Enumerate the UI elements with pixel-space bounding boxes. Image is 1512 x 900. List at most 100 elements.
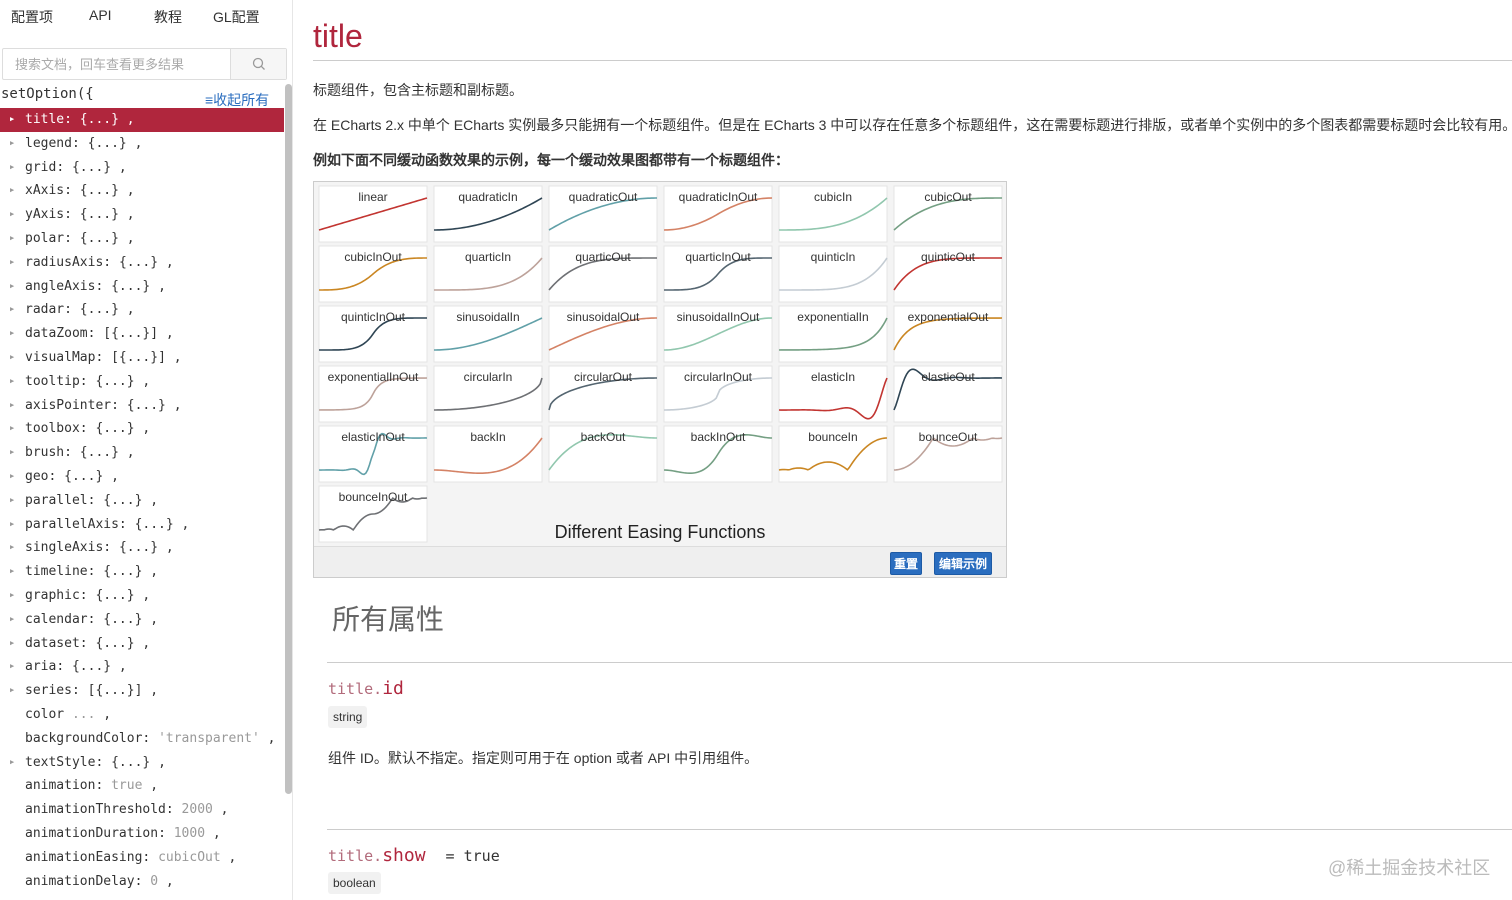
expand-arrow-icon[interactable]: ▶ xyxy=(10,465,14,489)
reset-button[interactable]: 重置 xyxy=(890,552,922,575)
expand-arrow-icon[interactable]: ▶ xyxy=(10,394,14,418)
expand-arrow-icon[interactable]: ▶ xyxy=(10,179,14,203)
tree-item-animationDelay[interactable]: animationDelay: 0 , xyxy=(0,870,284,894)
nav-options[interactable]: 配置项 xyxy=(11,7,53,27)
tree-item-animation[interactable]: animation: true , xyxy=(0,774,284,798)
easing-cell-bounceOut: bounceOut xyxy=(893,425,1003,483)
easing-cell-backInOut: backInOut xyxy=(663,425,773,483)
tree-item-value: {...} xyxy=(111,754,151,770)
expand-arrow-icon[interactable]: ▶ xyxy=(10,275,14,299)
tree-item-series[interactable]: ▶ series: [{...}] , xyxy=(0,679,284,703)
tree-item-value: {...} xyxy=(103,492,143,508)
tree-item-key: animationEasing xyxy=(25,849,143,865)
expand-arrow-icon[interactable]: ▶ xyxy=(10,417,14,441)
tree-item-animationThreshold[interactable]: animationThreshold: 2000 , xyxy=(0,798,284,822)
expand-arrow-icon[interactable]: ▶ xyxy=(10,227,14,251)
expand-arrow-icon[interactable]: ▶ xyxy=(10,632,14,656)
tree-item-key: parallel xyxy=(25,492,88,508)
description-text: 例如下面不同缓动函数效果的示例，每一个缓动效果图都带有一个标题组件： xyxy=(313,152,789,168)
top-nav: 配置项 API 教程 GL配置 xyxy=(0,0,293,34)
tree-item-value: {...} xyxy=(126,397,166,413)
expand-arrow-icon[interactable]: ▶ xyxy=(10,489,14,513)
tree-item-backgroundColor[interactable]: backgroundColor: 'transparent' , xyxy=(0,727,284,751)
nav-gl-options[interactable]: GL配置 xyxy=(213,7,260,27)
tree-item-animationDuration[interactable]: animationDuration: 1000 , xyxy=(0,822,284,846)
tree-item-value: {...} xyxy=(95,587,135,603)
tree-item-textStyle[interactable]: ▶ textStyle: {...} , xyxy=(0,751,284,775)
expand-arrow-icon[interactable]: ▶ xyxy=(10,441,14,465)
property-title-id[interactable]: title.id xyxy=(328,678,404,699)
tree-item-xAxis[interactable]: ▶ xAxis: {...} , xyxy=(0,179,284,203)
tree-item-toolbox[interactable]: ▶ toolbox: {...} , xyxy=(0,417,284,441)
tree-item-key: brush xyxy=(25,445,65,461)
chart-caption: Different Easing Functions xyxy=(555,522,766,542)
tree-item-timeline[interactable]: ▶ timeline: {...} , xyxy=(0,560,284,584)
tree-item-title[interactable]: ▶ title: {...} , xyxy=(0,108,284,132)
search-input[interactable] xyxy=(3,49,231,79)
easing-cell-quinticIn: quinticIn xyxy=(778,245,888,303)
expand-arrow-icon[interactable]: ▶ xyxy=(10,608,14,632)
property-title-show[interactable]: title.show = true xyxy=(328,845,500,866)
tree-item-dataset[interactable]: ▶ dataset: {...} , xyxy=(0,632,284,656)
expand-arrow-icon[interactable]: ▶ xyxy=(10,298,14,322)
tree-item-key: graphic xyxy=(25,587,80,603)
tree-item-brush[interactable]: ▶ brush: {...} , xyxy=(0,441,284,465)
tree-item-animationEasing[interactable]: animationEasing: cubicOut , xyxy=(0,846,284,870)
easing-cell-quadraticOut: quadraticOut xyxy=(548,185,658,243)
tree-item-singleAxis[interactable]: ▶ singleAxis: {...} , xyxy=(0,536,284,560)
tree-item-angleAxis[interactable]: ▶ angleAxis: {...} , xyxy=(0,275,284,299)
search-button[interactable] xyxy=(230,49,286,79)
expand-arrow-icon[interactable]: ▶ xyxy=(10,751,14,775)
tree-item-yAxis[interactable]: ▶ yAxis: {...} , xyxy=(0,203,284,227)
expand-arrow-icon[interactable]: ▶ xyxy=(10,513,14,537)
main-content: title 标题组件，包含主标题和副标题。 在 ECharts 2.x 中单个 … xyxy=(313,0,1512,900)
tree-item-key: animationDuration xyxy=(25,825,159,841)
tree-item-calendar[interactable]: ▶ calendar: {...} , xyxy=(0,608,284,632)
tree-item-value: {...} xyxy=(79,302,119,318)
tree-item-radar[interactable]: ▶ radar: {...} , xyxy=(0,298,284,322)
tree-item-dataZoom[interactable]: ▶ dataZoom: [{...}] , xyxy=(0,322,284,346)
tree-item-parallelAxis[interactable]: ▶ parallelAxis: {...} , xyxy=(0,513,284,537)
tree-item-parallel[interactable]: ▶ parallel: {...} , xyxy=(0,489,284,513)
tree-item-color[interactable]: color ... , xyxy=(0,703,284,727)
expand-arrow-icon[interactable]: ▶ xyxy=(10,584,14,608)
tree-item-polar[interactable]: ▶ polar: {...} , xyxy=(0,227,284,251)
expand-arrow-icon[interactable]: ▶ xyxy=(10,156,14,180)
tree-item-graphic[interactable]: ▶ graphic: {...} , xyxy=(0,584,284,608)
tree-item-legend[interactable]: ▶ legend: {...} , xyxy=(0,132,284,156)
tree-item-key: yAxis xyxy=(25,207,65,223)
sidebar-scrollbar[interactable] xyxy=(285,84,292,794)
tree-item-aria[interactable]: ▶ aria: {...} , xyxy=(0,655,284,679)
tree-item-label: visualMap: [{...}] , xyxy=(25,349,182,365)
expand-arrow-icon[interactable]: ▶ xyxy=(10,370,14,394)
collapse-all-link[interactable]: ≡收起所有 xyxy=(205,90,269,110)
expand-arrow-icon[interactable]: ▶ xyxy=(10,108,14,132)
property-prefix: title. xyxy=(328,680,383,698)
expand-arrow-icon[interactable]: ▶ xyxy=(10,132,14,156)
tree-item-grid[interactable]: ▶ grid: {...} , xyxy=(0,156,284,180)
expand-arrow-icon[interactable]: ▶ xyxy=(10,251,14,275)
expand-arrow-icon[interactable]: ▶ xyxy=(10,560,14,584)
expand-arrow-icon[interactable]: ▶ xyxy=(10,536,14,560)
easing-cell-title: cubicInOut xyxy=(344,250,402,264)
tree-item-value: {...} xyxy=(79,112,119,127)
tree-item-axisPointer[interactable]: ▶ axisPointer: {...} , xyxy=(0,394,284,418)
tree-item-geo[interactable]: ▶ geo: {...} , xyxy=(0,465,284,489)
tree-item-radiusAxis[interactable]: ▶ radiusAxis: {...} , xyxy=(0,251,284,275)
easing-cell-exponentialOut: exponentialOut xyxy=(893,305,1003,363)
expand-arrow-icon[interactable]: ▶ xyxy=(10,679,14,703)
tree-item-tooltip[interactable]: ▶ tooltip: {...} , xyxy=(0,370,284,394)
expand-arrow-icon[interactable]: ▶ xyxy=(10,655,14,679)
easing-cell-title: cubicOut xyxy=(924,190,972,204)
easing-cell-linear: linear xyxy=(318,185,428,243)
expand-arrow-icon[interactable]: ▶ xyxy=(10,346,14,370)
expand-arrow-icon[interactable]: ▶ xyxy=(10,322,14,346)
nav-api[interactable]: API xyxy=(89,7,112,23)
tree-item-value: {...} xyxy=(118,540,159,556)
expand-arrow-icon[interactable]: ▶ xyxy=(10,203,14,227)
edit-example-button[interactable]: 编辑示例 xyxy=(934,552,992,575)
easing-cell-title: bounceOut xyxy=(919,430,978,444)
tree-item-visualMap[interactable]: ▶ visualMap: [{...}] , xyxy=(0,346,284,370)
tree-item-value: [{...}] xyxy=(87,683,143,699)
nav-tutorial[interactable]: 教程 xyxy=(154,7,182,27)
